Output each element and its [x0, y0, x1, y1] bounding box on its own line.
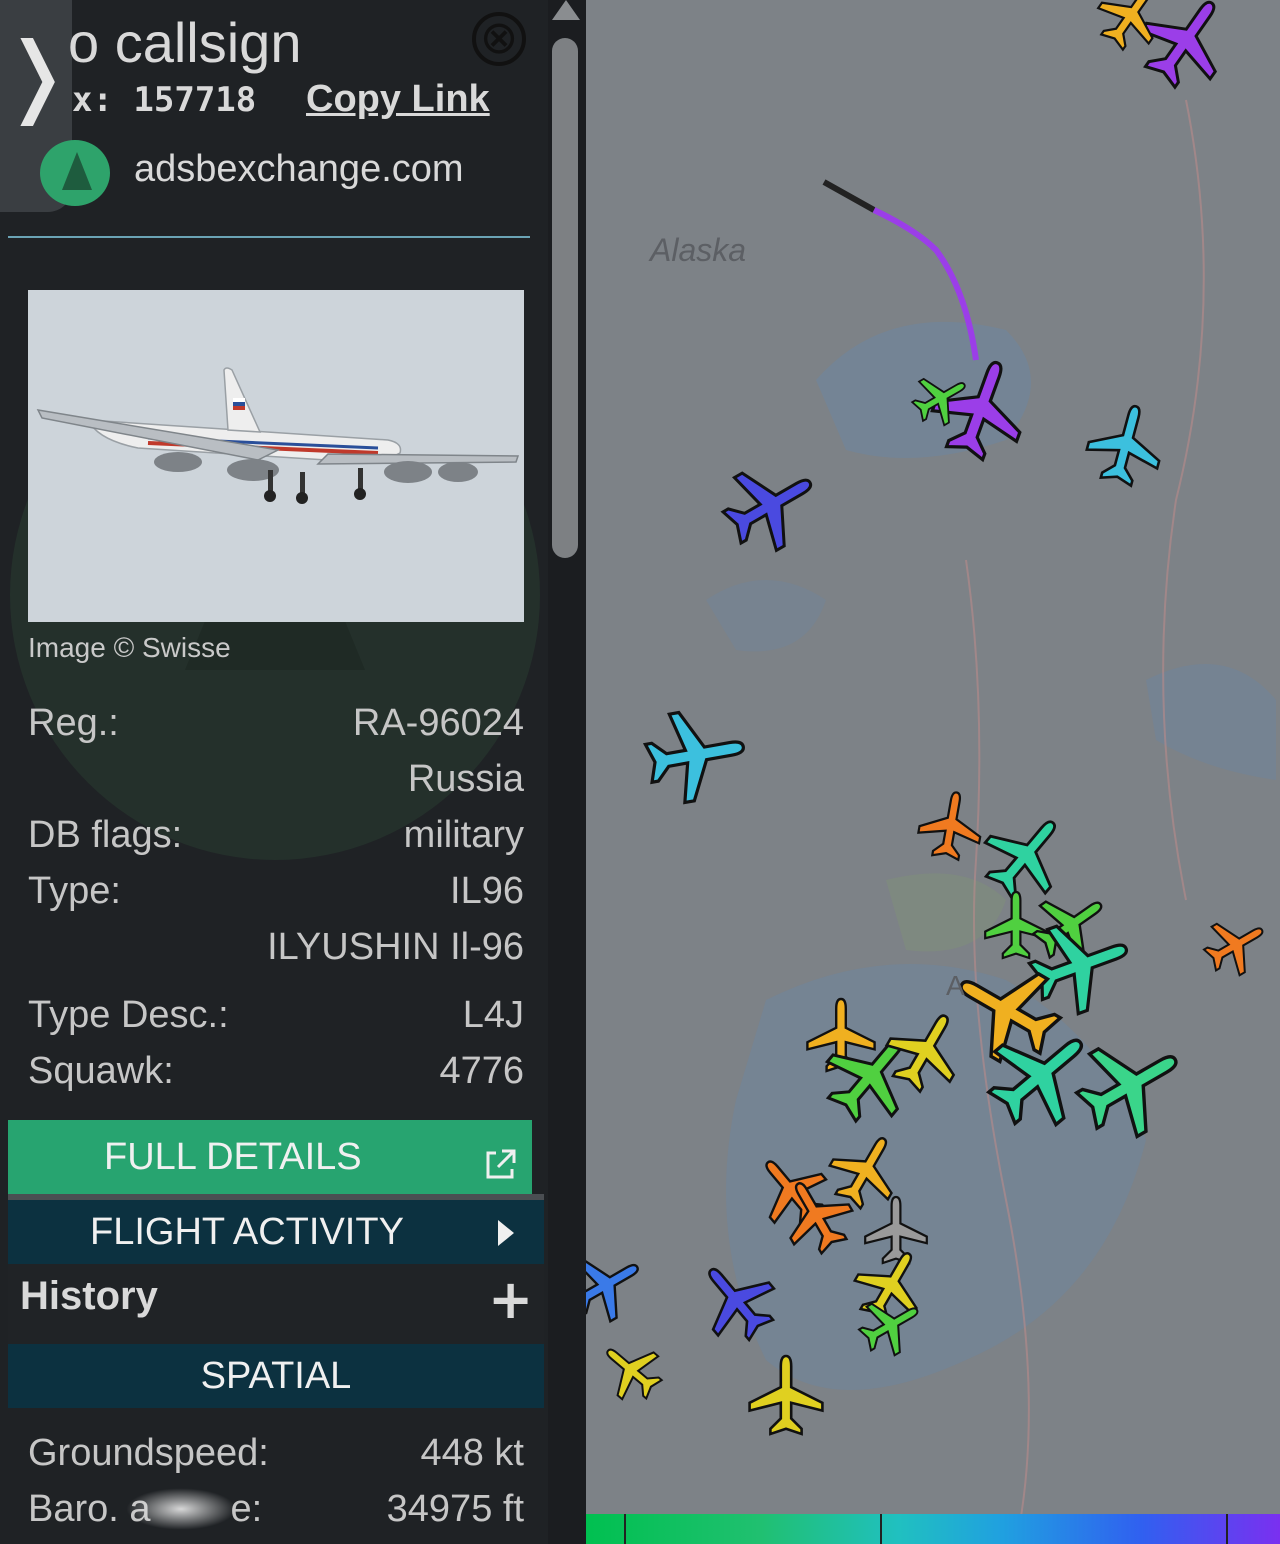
db-flags-value: military [403, 814, 524, 856]
country-value: Russia [407, 758, 524, 800]
legend-tick [624, 1514, 626, 1544]
flight-activity-label: FLIGHT ACTIVITY [90, 1211, 404, 1253]
map-view[interactable]: Alaska A [586, 0, 1280, 1544]
type-desc-value: L4J [462, 994, 524, 1036]
caret-right-icon [498, 1220, 514, 1246]
type-desc-label: Type Desc.: [28, 994, 229, 1036]
scrollbar-thumb[interactable] [552, 38, 578, 558]
altitude-legend-bar [586, 1514, 1280, 1544]
site-name: adsbexchange.com [134, 148, 464, 190]
full-details-label: FULL DETAILS [104, 1136, 362, 1178]
legend-tick [880, 1514, 882, 1544]
copy-link-button[interactable]: Copy Link [306, 78, 490, 121]
chevron-right-icon: ❭ [0, 23, 74, 126]
adsbexchange-logo-icon [40, 140, 110, 206]
map-city-label: A [946, 970, 965, 1001]
db-flags-label: DB flags: [28, 814, 183, 856]
callsign-title: o callsign [68, 11, 302, 74]
flight-activity-button[interactable]: FLIGHT ACTIVITY [8, 1200, 544, 1264]
type-label: Type: [28, 870, 121, 912]
full-details-button[interactable]: FULL DETAILS [8, 1120, 532, 1194]
header-divider [8, 236, 530, 238]
aircraft-info-panel: ❭ o callsign ⊗ x: 157718 Copy Link adsbe… [0, 0, 548, 1544]
baro-altitude-value: 34975 ft [386, 1488, 524, 1530]
spatial-tab[interactable]: SPATIAL [8, 1344, 544, 1408]
reg-label: Reg.: [28, 702, 119, 744]
history-label: History [20, 1274, 158, 1318]
groundspeed-value: 448 kt [420, 1432, 524, 1474]
aircraft-photo[interactable] [28, 290, 524, 622]
legend-tick [1226, 1514, 1228, 1544]
history-section-header[interactable]: History + [8, 1264, 544, 1344]
map-region-label: Alaska [650, 232, 747, 268]
close-icon[interactable]: ⊗ [472, 12, 526, 66]
type-value: IL96 [450, 870, 524, 912]
scroll-up-icon[interactable] [552, 0, 580, 20]
groundspeed-label: Groundspeed: [28, 1432, 269, 1474]
squawk-label: Squawk: [28, 1050, 174, 1092]
redaction-blur [126, 1488, 236, 1530]
hex-id: x: 157718 [72, 80, 257, 120]
image-credit[interactable]: Image © Swisse [28, 632, 231, 664]
type-name-value: ILYUSHIN Il-96 [267, 926, 524, 968]
squawk-value: 4776 [439, 1050, 524, 1092]
plus-icon[interactable]: + [488, 1268, 533, 1331]
reg-value: RA-96024 [352, 702, 524, 744]
